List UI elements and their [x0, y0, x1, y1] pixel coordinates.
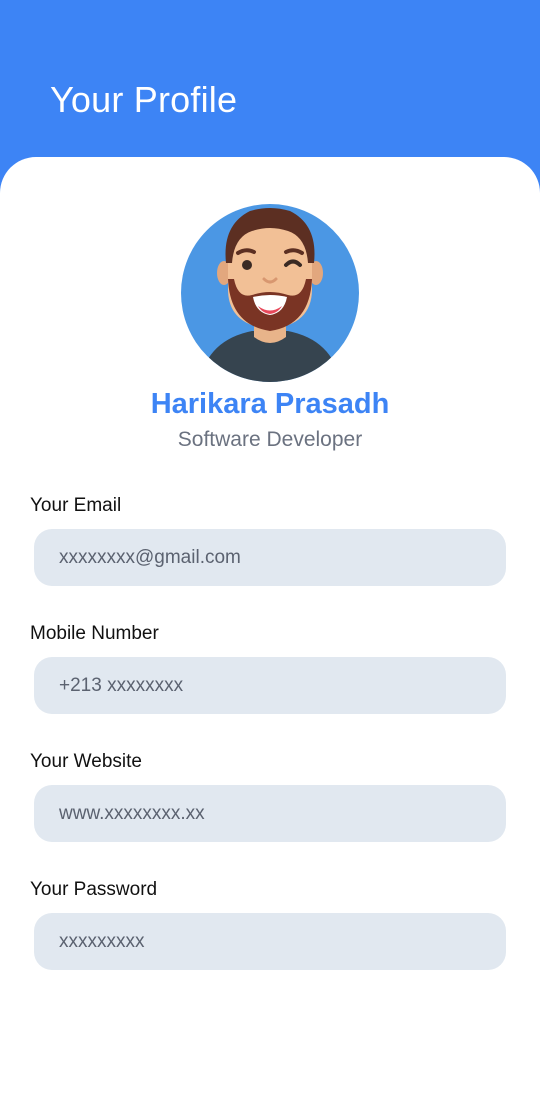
- website-field[interactable]: [34, 785, 506, 842]
- password-label: Your Password: [30, 879, 158, 900]
- mobile-label: Mobile Number: [30, 623, 159, 644]
- avatar-winking-bearded-man-icon: [181, 204, 359, 382]
- profile-name: Harikara Prasadh: [150, 388, 390, 420]
- profile-role: Software Developer: [177, 428, 363, 451]
- email-label: Your Email: [30, 495, 122, 516]
- profile-screen: Your Profile Harikara Prasadh Software D…: [0, 0, 540, 1104]
- password-field[interactable]: [34, 913, 506, 970]
- avatar[interactable]: [180, 203, 360, 383]
- email-field[interactable]: [34, 529, 506, 586]
- page-title: Your Profile: [50, 79, 238, 120]
- website-label: Your Website: [30, 751, 142, 772]
- mobile-number-field[interactable]: [34, 657, 506, 714]
- profile-card: Harikara Prasadh Software Developer Your…: [0, 157, 540, 1104]
